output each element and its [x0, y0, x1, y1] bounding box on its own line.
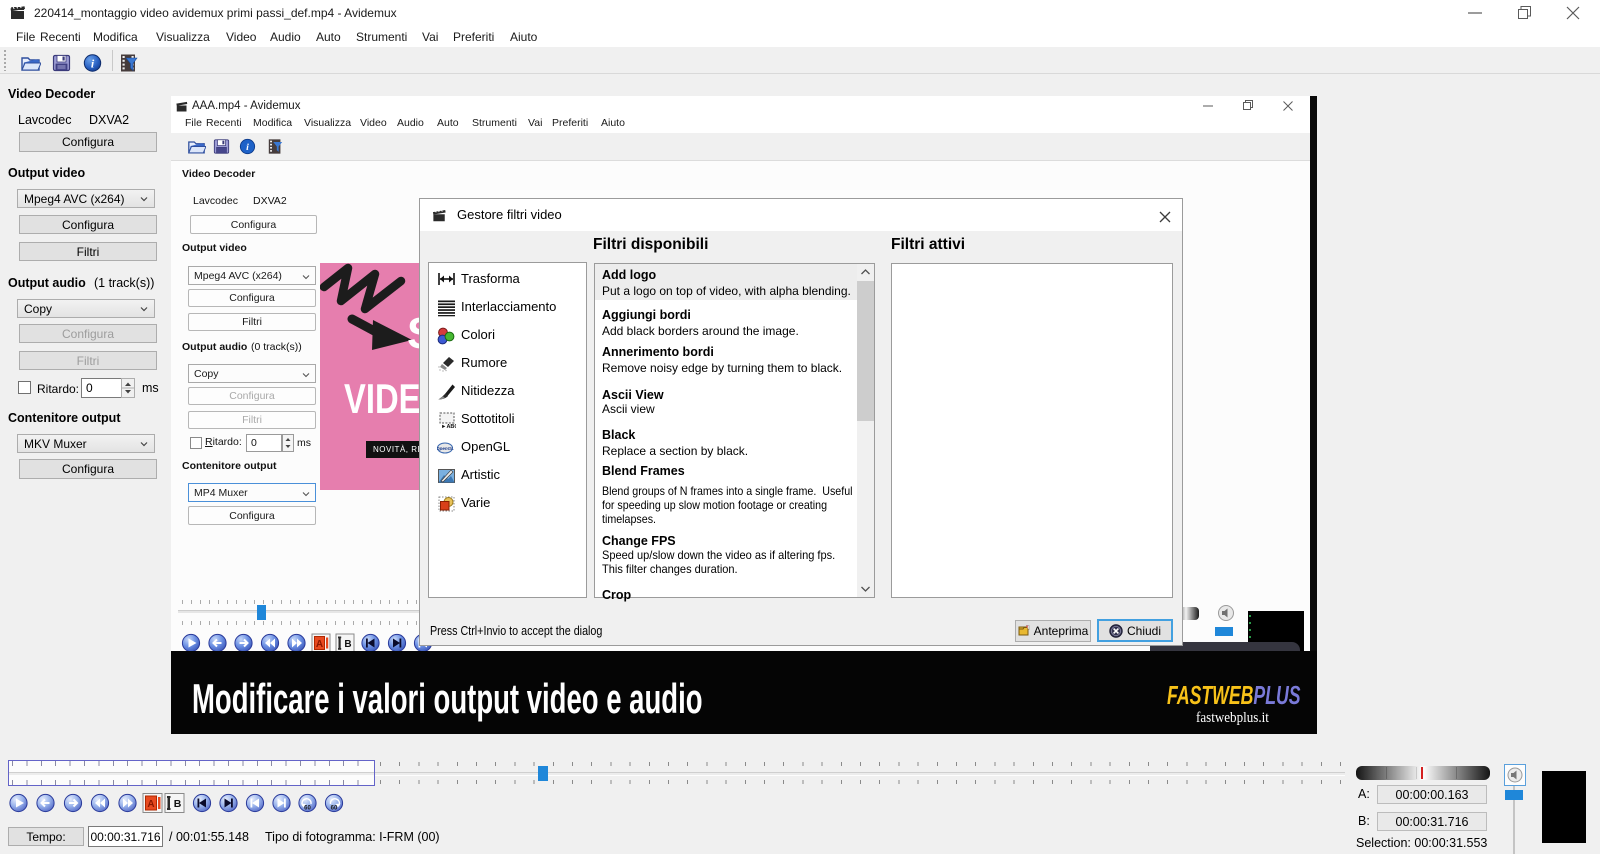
- svg-text:60: 60: [331, 806, 338, 812]
- svg-text:60: 60: [304, 806, 311, 812]
- svg-text:i: i: [246, 142, 249, 153]
- svg-text:OpenGL: OpenGL: [437, 446, 454, 451]
- svg-text:B: B: [344, 639, 351, 650]
- svg-text:►ABC: ►ABC: [441, 424, 456, 429]
- svg-text:A: A: [147, 799, 154, 810]
- svg-text:B: B: [174, 798, 182, 810]
- svg-text:A: A: [316, 639, 323, 650]
